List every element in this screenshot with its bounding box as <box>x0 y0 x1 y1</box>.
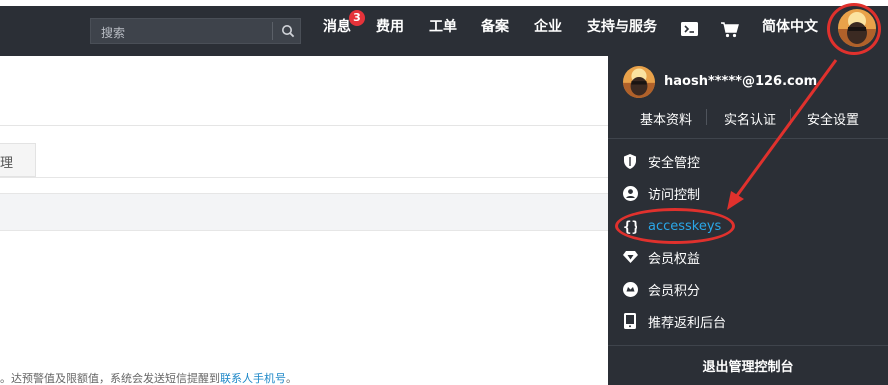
contact-phone-link[interactable]: 联系人手机号 <box>220 372 286 385</box>
nav-tickets[interactable]: 工单 <box>429 16 457 36</box>
accesskeys-highlight-ellipse <box>615 208 735 244</box>
page-header-area <box>0 56 610 126</box>
link-divider <box>790 109 791 125</box>
table-header-bar <box>0 193 610 231</box>
shield-icon <box>622 153 638 169</box>
tablet-icon <box>622 313 638 329</box>
footnote-text: 。达预警值及限额值，系统会发送短信提醒到联系人手机号。 <box>0 370 297 385</box>
tab-partial-label: 理 <box>0 156 14 171</box>
points-icon <box>622 281 638 297</box>
nav-support[interactable]: 支持与服务 <box>587 16 657 36</box>
footnote-end: 。 <box>286 372 297 385</box>
menu-item-access-control[interactable]: 访问控制 <box>622 182 700 204</box>
nav-enterprise[interactable]: 企业 <box>534 16 562 36</box>
menu-label: 会员积分 <box>648 283 701 299</box>
link-security-settings[interactable]: 安全设置 <box>807 109 859 128</box>
link-divider <box>706 109 707 125</box>
nav-fees[interactable]: 费用 <box>376 16 404 36</box>
link-basic-info[interactable]: 基本资料 <box>640 109 692 128</box>
search-divider <box>272 22 273 40</box>
menu-label: 会员权益 <box>648 251 701 267</box>
search-icon[interactable] <box>277 19 299 43</box>
nav-filing[interactable]: 备案 <box>481 16 509 36</box>
diamond-icon <box>622 249 638 265</box>
nav-language[interactable]: 简体中文 <box>762 16 818 36</box>
menu-label: 访问控制 <box>648 187 701 203</box>
menu-item-security-control[interactable]: 安全管控 <box>622 150 700 172</box>
nav-messages[interactable]: 消息 <box>323 16 351 36</box>
search-input[interactable]: 搜索 <box>101 24 125 41</box>
menu-item-member-benefits[interactable]: 会员权益 <box>622 246 700 268</box>
menu-label: 安全管控 <box>648 155 701 171</box>
account-email: haosh*****@126.com <box>664 74 818 89</box>
logout-button[interactable]: 退出管理控制台 <box>608 356 888 375</box>
cart-icon[interactable] <box>721 22 739 38</box>
footnote-body: 。达预警值及限额值，系统会发送短信提醒到 <box>0 372 220 385</box>
panel-divider <box>608 345 888 346</box>
avatar-highlight-circle <box>827 3 881 55</box>
messages-badge: 3 <box>349 10 365 26</box>
search-box[interactable]: 搜索 <box>90 18 301 44</box>
panel-divider <box>608 138 888 139</box>
panel-avatar <box>623 66 655 98</box>
user-circle-icon <box>622 185 638 201</box>
menu-item-referral[interactable]: 推荐返利后台 <box>622 310 726 332</box>
menu-label: 推荐返利后台 <box>648 315 727 331</box>
menu-item-member-points[interactable]: 会员积分 <box>622 278 700 300</box>
link-real-name[interactable]: 实名认证 <box>724 109 776 128</box>
tab-underline <box>0 177 610 178</box>
terminal-icon[interactable] <box>681 22 698 36</box>
